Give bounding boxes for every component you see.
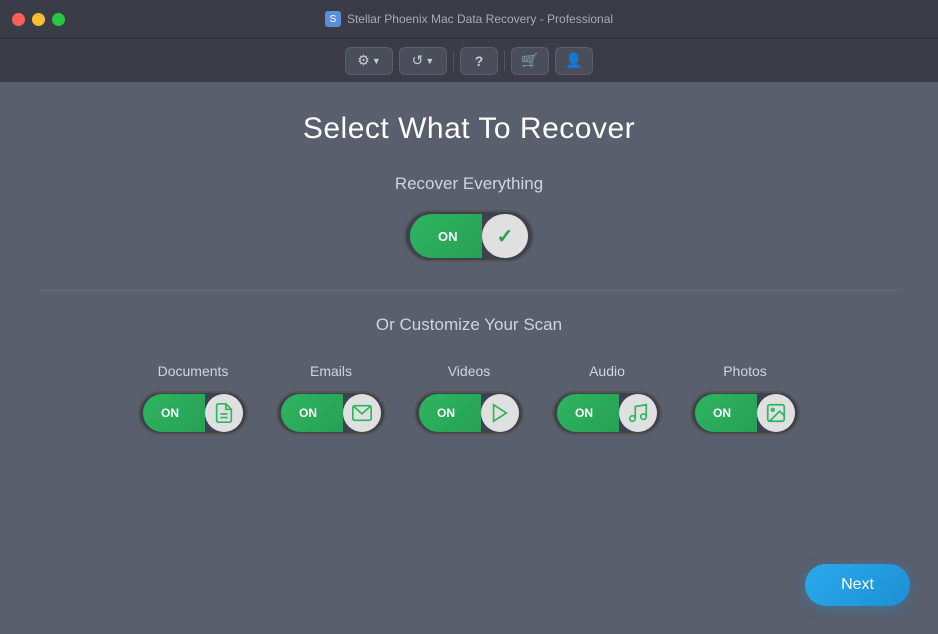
- page-title: Select What To Recover: [303, 112, 635, 146]
- documents-toggle-knob: [205, 394, 243, 432]
- traffic-lights: [12, 13, 65, 26]
- toolbar-separator-2: [504, 51, 505, 71]
- photos-toggle-knob: [757, 394, 795, 432]
- videos-toggle-label: ON: [429, 406, 461, 420]
- category-audio: Audio ON: [552, 363, 662, 435]
- audio-toggle-on-area: ON: [557, 394, 619, 432]
- title-bar-text: S Stellar Phoenix Mac Data Recovery - Pr…: [325, 11, 613, 27]
- emails-toggle[interactable]: ON: [276, 391, 386, 435]
- photos-label: Photos: [723, 363, 767, 379]
- category-photos: Photos ON: [690, 363, 800, 435]
- audio-toggle-label: ON: [567, 406, 599, 420]
- audio-toggle-knob: [619, 394, 657, 432]
- email-icon: [351, 402, 373, 424]
- maximize-button[interactable]: [52, 13, 65, 26]
- app-title: Stellar Phoenix Mac Data Recovery - Prof…: [347, 12, 613, 26]
- documents-toggle-on-area: ON: [143, 394, 205, 432]
- emails-label: Emails: [310, 363, 352, 379]
- account-button[interactable]: 👤: [555, 47, 593, 75]
- title-bar: S Stellar Phoenix Mac Data Recovery - Pr…: [0, 0, 938, 38]
- emails-toggle-label: ON: [291, 406, 323, 420]
- recover-everything-toggle[interactable]: ON ✓: [404, 210, 534, 262]
- category-videos: Videos ON: [414, 363, 524, 435]
- documents-label: Documents: [158, 363, 229, 379]
- photos-toggle[interactable]: ON: [690, 391, 800, 435]
- toggle-on-label: ON: [424, 229, 468, 244]
- photos-toggle-label: ON: [705, 406, 737, 420]
- categories-container: Documents ON Emails: [138, 363, 800, 435]
- audio-toggle[interactable]: ON: [552, 391, 662, 435]
- toggle-on-area: ON: [410, 214, 482, 258]
- audio-icon: [627, 402, 649, 424]
- videos-label: Videos: [448, 363, 491, 379]
- toolbar-separator: [453, 51, 454, 71]
- help-button[interactable]: ?: [460, 47, 498, 75]
- history-icon: ↺: [412, 52, 424, 69]
- minimize-button[interactable]: [32, 13, 45, 26]
- videos-toggle-knob: [481, 394, 519, 432]
- app-icon: S: [325, 11, 341, 27]
- emails-toggle-on-area: ON: [281, 394, 343, 432]
- cart-button[interactable]: 🛒: [511, 47, 549, 75]
- settings-button[interactable]: ⚙ ▼: [345, 47, 393, 75]
- toggle-knob: ✓: [482, 214, 528, 258]
- recover-everything-label: Recover Everything: [395, 174, 543, 194]
- category-documents: Documents ON: [138, 363, 248, 435]
- history-button[interactable]: ↺ ▼: [399, 47, 447, 75]
- section-divider: [40, 290, 898, 291]
- emails-toggle-knob: [343, 394, 381, 432]
- help-icon: ?: [475, 53, 484, 69]
- audio-label: Audio: [589, 363, 625, 379]
- document-icon: [213, 402, 235, 424]
- close-button[interactable]: [12, 13, 25, 26]
- photo-icon: [765, 402, 787, 424]
- documents-toggle-label: ON: [153, 406, 185, 420]
- settings-arrow-icon: ▼: [372, 56, 381, 66]
- account-icon: 👤: [565, 52, 582, 69]
- category-emails: Emails ON: [276, 363, 386, 435]
- toolbar: ⚙ ▼ ↺ ▼ ? 🛒 👤: [0, 38, 938, 82]
- settings-icon: ⚙: [357, 52, 370, 69]
- check-icon: ✓: [497, 224, 514, 249]
- video-icon: [489, 402, 511, 424]
- main-content: Select What To Recover Recover Everythin…: [0, 82, 938, 634]
- customize-label: Or Customize Your Scan: [376, 315, 562, 335]
- videos-toggle[interactable]: ON: [414, 391, 524, 435]
- history-arrow-icon: ▼: [425, 56, 434, 66]
- next-button[interactable]: Next: [805, 564, 910, 606]
- photos-toggle-on-area: ON: [695, 394, 757, 432]
- documents-toggle[interactable]: ON: [138, 391, 248, 435]
- cart-icon: 🛒: [521, 52, 538, 69]
- videos-toggle-on-area: ON: [419, 394, 481, 432]
- recover-everything-toggle-container: ON ✓: [404, 210, 534, 262]
